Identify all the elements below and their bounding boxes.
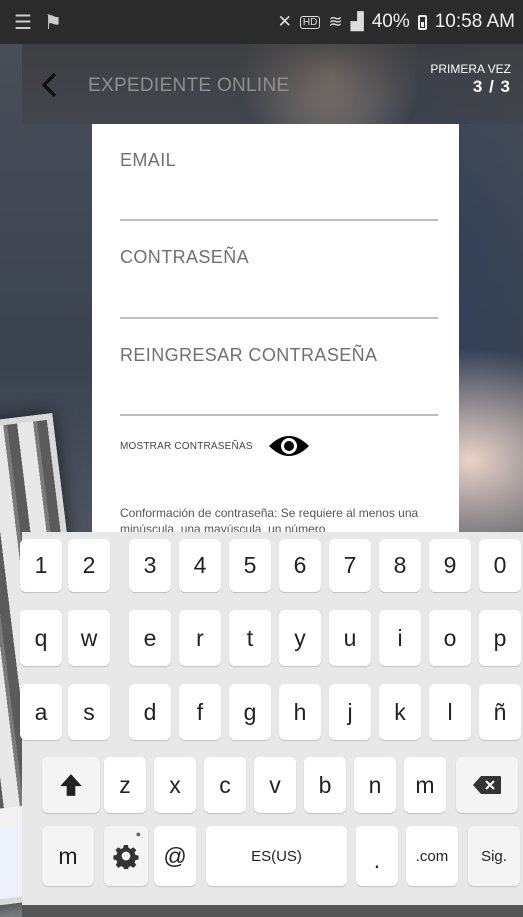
key-6[interactable]: 6 [279, 539, 321, 592]
password-field-group: CONTRASEÑA [120, 247, 442, 319]
step-count: 3 / 3 [472, 77, 511, 96]
back-button[interactable] [34, 68, 64, 102]
key-w[interactable]: w [68, 610, 110, 666]
key-dotcom[interactable]: .com [406, 826, 458, 886]
key-a[interactable]: a [20, 684, 62, 740]
key-j[interactable]: j [329, 684, 371, 740]
email-field-group: EMAIL [120, 150, 442, 222]
key-z[interactable]: z [104, 757, 146, 813]
clock: 10:58 AM [434, 11, 515, 32]
key-x[interactable]: x [154, 757, 196, 813]
settings-key[interactable]: ● [104, 826, 148, 886]
key-t[interactable]: t [229, 610, 271, 666]
key-m[interactable]: m [404, 757, 446, 813]
key-i[interactable]: i [379, 610, 421, 666]
key-q[interactable]: q [20, 610, 62, 666]
hd-icon: HD [299, 15, 321, 29]
menu-icon: ☰ [14, 11, 32, 34]
signal-icon: ▟ [350, 12, 364, 31]
key-d[interactable]: d [129, 684, 171, 740]
password-input[interactable] [120, 279, 442, 309]
shift-arrow-icon [60, 774, 82, 796]
key-7[interactable]: 7 [329, 539, 371, 592]
email-input[interactable] [120, 182, 442, 212]
chevron-left-icon [41, 72, 57, 98]
key-k[interactable]: k [379, 684, 421, 740]
repeat-password-field-group: REINGRESAR CONTRASEÑA [120, 345, 442, 417]
key-u[interactable]: u [329, 610, 371, 666]
key-y[interactable]: y [279, 610, 321, 666]
next-key[interactable]: Sig. [468, 826, 520, 886]
mic-icon: ● [135, 829, 141, 839]
key-s[interactable]: s [68, 684, 110, 740]
key-l[interactable]: l [429, 684, 471, 740]
show-passwords-toggle[interactable]: MOSTRAR CONTRASEÑAS [120, 432, 311, 460]
key-b[interactable]: b [304, 757, 346, 813]
partial-key-m-label: m [58, 842, 78, 869]
key-c[interactable]: c [204, 757, 246, 813]
repeat-password-underline [120, 414, 438, 416]
mute-icon: ✕ [277, 12, 292, 31]
status-right: ✕ HD ≋ ▟ 40% 10:58 AM [278, 11, 515, 33]
partial-key-m[interactable]: m [42, 826, 94, 886]
key-9[interactable]: 9 [429, 539, 471, 592]
key-n[interactable]: n [354, 757, 396, 813]
key-0[interactable]: 0 [479, 539, 521, 592]
soft-keyboard: 1 2 3 4 5 6 7 8 9 0 q w e r t y u i o p … [20, 532, 523, 905]
flag-icon: ⚑ [43, 11, 62, 34]
key-n-tilde[interactable]: ñ [479, 684, 521, 740]
key-5[interactable]: 5 [229, 539, 271, 592]
space-bar[interactable]: ES(US) [206, 826, 347, 886]
password-underline [120, 317, 438, 319]
key-v[interactable]: v [254, 757, 296, 813]
app-header: EXPEDIENTE ONLINE PRIMERA VEZ 3 / 3 [22, 44, 523, 124]
key-r[interactable]: r [179, 610, 221, 666]
key-e[interactable]: e [129, 610, 171, 666]
key-o[interactable]: o [429, 610, 471, 666]
password-label: CONTRASEÑA [120, 247, 250, 267]
battery-percent: 40% [371, 11, 410, 32]
status-left-icons: ☰ ⚑ [14, 10, 62, 35]
key-period[interactable]: . [356, 826, 398, 886]
repeat-password-input[interactable] [120, 377, 442, 407]
key-8[interactable]: 8 [379, 539, 421, 592]
bottom-edge [22, 905, 523, 917]
email-label: EMAIL [120, 150, 177, 170]
status-bar: ☰ ⚑ ✕ HD ≋ ▟ 40% 10:58 AM [0, 0, 523, 44]
key-g[interactable]: g [229, 684, 271, 740]
email-underline [120, 219, 438, 221]
wifi-icon: ≋ [328, 12, 343, 31]
backspace-key[interactable] [456, 757, 518, 813]
form-card: EMAIL CONTRASEÑA REINGRESAR CONTRASEÑA M… [92, 124, 459, 544]
shift-key[interactable] [42, 757, 100, 813]
key-at[interactable]: @ [154, 826, 196, 886]
step-label: PRIMERA VEZ [430, 62, 511, 76]
battery-icon [417, 14, 427, 30]
eye-icon[interactable] [267, 432, 311, 460]
backspace-icon [473, 776, 501, 794]
page-title: EXPEDIENTE ONLINE [88, 75, 290, 96]
key-f[interactable]: f [179, 684, 221, 740]
key-4[interactable]: 4 [179, 539, 221, 592]
repeat-password-label: REINGRESAR CONTRASEÑA [120, 345, 378, 365]
key-2[interactable]: 2 [68, 539, 110, 592]
key-h[interactable]: h [279, 684, 321, 740]
gear-icon [113, 844, 139, 869]
key-1[interactable]: 1 [20, 539, 62, 592]
key-3[interactable]: 3 [129, 539, 171, 592]
key-p[interactable]: p [479, 610, 521, 666]
show-passwords-label: MOSTRAR CONTRASEÑAS [120, 440, 253, 452]
